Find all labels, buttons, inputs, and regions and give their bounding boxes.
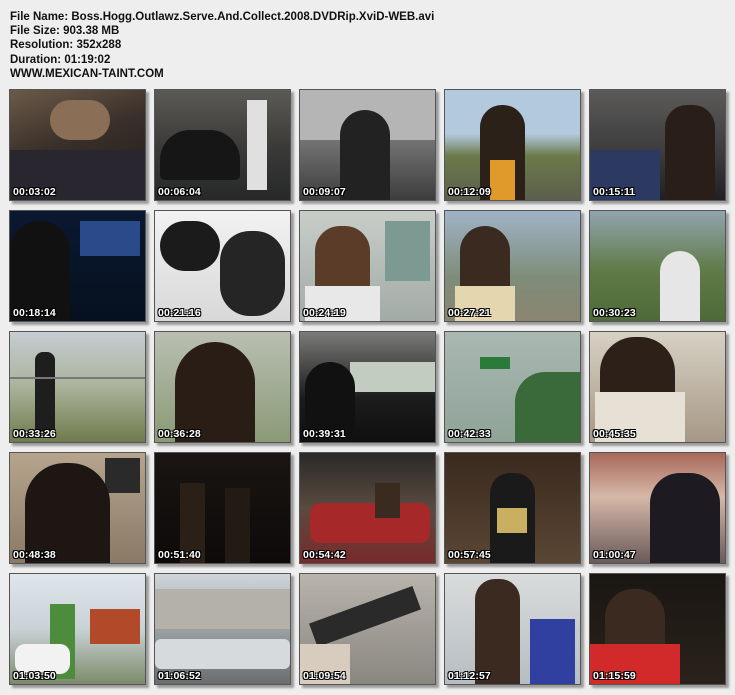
timestamp-label: 00:18:14 xyxy=(13,307,56,319)
file-info: File Name: Boss.Hogg.Outlawz.Serve.And.C… xyxy=(10,10,434,81)
thumbnail[interactable]: 00:03:02 xyxy=(9,89,146,201)
video-frame xyxy=(590,453,725,563)
video-frame xyxy=(155,211,290,321)
thumbnail[interactable]: 00:54:42 xyxy=(299,452,436,564)
timestamp-label: 00:51:40 xyxy=(158,549,201,561)
video-frame xyxy=(155,574,290,684)
thumbnail[interactable]: 01:06:52 xyxy=(154,573,291,685)
timestamp-label: 00:06:04 xyxy=(158,186,201,198)
timestamp-label: 00:12:09 xyxy=(448,186,491,198)
thumbnail[interactable]: 00:51:40 xyxy=(154,452,291,564)
thumbnail[interactable]: 01:12:57 xyxy=(444,573,581,685)
file-name-line: File Name: Boss.Hogg.Outlawz.Serve.And.C… xyxy=(10,10,434,24)
duration-value: 01:19:02 xyxy=(64,53,111,66)
duration-label: Duration: xyxy=(10,53,62,66)
video-frame xyxy=(590,90,725,200)
thumbnail[interactable]: 00:24:19 xyxy=(299,210,436,322)
video-frame xyxy=(590,211,725,321)
file-name-label: File Name: xyxy=(10,11,69,23)
video-frame xyxy=(10,90,145,200)
timestamp-label: 01:00:47 xyxy=(593,549,636,561)
thumbnail[interactable]: 00:39:31 xyxy=(299,331,436,443)
thumbnail-grid: 00:03:02 00:06:04 00:09:07 00:12:09 00:1… xyxy=(9,89,731,689)
thumbnail[interactable]: 00:30:23 xyxy=(589,210,726,322)
timestamp-label: 00:27:21 xyxy=(448,307,491,319)
video-frame xyxy=(590,332,725,442)
resolution-value: 352x288 xyxy=(76,39,122,52)
video-frame xyxy=(10,211,145,321)
video-frame xyxy=(300,332,435,442)
video-frame xyxy=(155,332,290,442)
thumbnail[interactable]: 01:09:54 xyxy=(299,573,436,685)
video-frame xyxy=(155,90,290,200)
timestamp-label: 00:15:11 xyxy=(593,186,636,198)
video-frame xyxy=(445,211,580,321)
thumbnail[interactable]: 01:00:47 xyxy=(589,452,726,564)
video-frame xyxy=(300,574,435,684)
timestamp-label: 01:15:59 xyxy=(593,670,636,682)
website-text: WWW.MEXICAN-TAINT.COM xyxy=(10,67,164,80)
thumbnail[interactable]: 00:18:14 xyxy=(9,210,146,322)
thumbnail[interactable]: 00:06:04 xyxy=(154,89,291,201)
timestamp-label: 00:24:19 xyxy=(303,307,346,319)
video-frame xyxy=(590,574,725,684)
timestamp-label: 00:54:42 xyxy=(303,549,346,561)
resolution-label: Resolution: xyxy=(10,39,74,52)
timestamp-label: 00:39:31 xyxy=(303,428,346,440)
thumbnail[interactable]: 00:45:35 xyxy=(589,331,726,443)
video-frame xyxy=(155,453,290,563)
timestamp-label: 00:09:07 xyxy=(303,186,346,198)
thumbnail[interactable]: 01:03:50 xyxy=(9,573,146,685)
timestamp-label: 00:36:28 xyxy=(158,428,201,440)
file-size-value: 903.38 MB xyxy=(63,25,120,38)
resolution-line: Resolution: 352x288 xyxy=(10,38,434,52)
video-frame xyxy=(445,90,580,200)
timestamp-label: 00:45:35 xyxy=(593,428,636,440)
duration-line: Duration: 01:19:02 xyxy=(10,53,434,67)
video-frame xyxy=(445,574,580,684)
thumbnail[interactable]: 00:33:26 xyxy=(9,331,146,443)
thumbnail[interactable]: 00:09:07 xyxy=(299,89,436,201)
timestamp-label: 01:06:52 xyxy=(158,670,201,682)
video-frame xyxy=(300,453,435,563)
timestamp-label: 01:12:57 xyxy=(448,670,491,682)
timestamp-label: 00:57:45 xyxy=(448,549,491,561)
thumbnail[interactable]: 00:42:33 xyxy=(444,331,581,443)
thumbnail[interactable]: 00:27:21 xyxy=(444,210,581,322)
file-name-value: Boss.Hogg.Outlawz.Serve.And.Collect.2008… xyxy=(71,11,435,23)
thumbnail[interactable]: 01:15:59 xyxy=(589,573,726,685)
video-frame xyxy=(300,90,435,200)
timestamp-label: 01:09:54 xyxy=(303,670,346,682)
timestamp-label: 00:42:33 xyxy=(448,428,491,440)
thumbnail[interactable]: 00:36:28 xyxy=(154,331,291,443)
file-size-label: File Size: xyxy=(10,25,60,38)
video-frame xyxy=(300,211,435,321)
timestamp-label: 00:48:38 xyxy=(13,549,56,561)
timestamp-label: 00:30:23 xyxy=(593,307,636,319)
video-frame xyxy=(10,453,145,563)
video-frame xyxy=(10,574,145,684)
video-frame xyxy=(10,332,145,442)
thumbnail[interactable]: 00:48:38 xyxy=(9,452,146,564)
video-frame xyxy=(445,332,580,442)
timestamp-label: 01:03:50 xyxy=(13,670,56,682)
video-frame xyxy=(445,453,580,563)
timestamp-label: 00:33:26 xyxy=(13,428,56,440)
thumbnail[interactable]: 00:12:09 xyxy=(444,89,581,201)
timestamp-label: 00:21:16 xyxy=(158,307,201,319)
website-line: WWW.MEXICAN-TAINT.COM xyxy=(10,67,434,81)
thumbnail[interactable]: 00:57:45 xyxy=(444,452,581,564)
thumbnail[interactable]: 00:15:11 xyxy=(589,89,726,201)
thumbnail[interactable]: 00:21:16 xyxy=(154,210,291,322)
file-size-line: File Size: 903.38 MB xyxy=(10,24,434,38)
timestamp-label: 00:03:02 xyxy=(13,186,56,198)
